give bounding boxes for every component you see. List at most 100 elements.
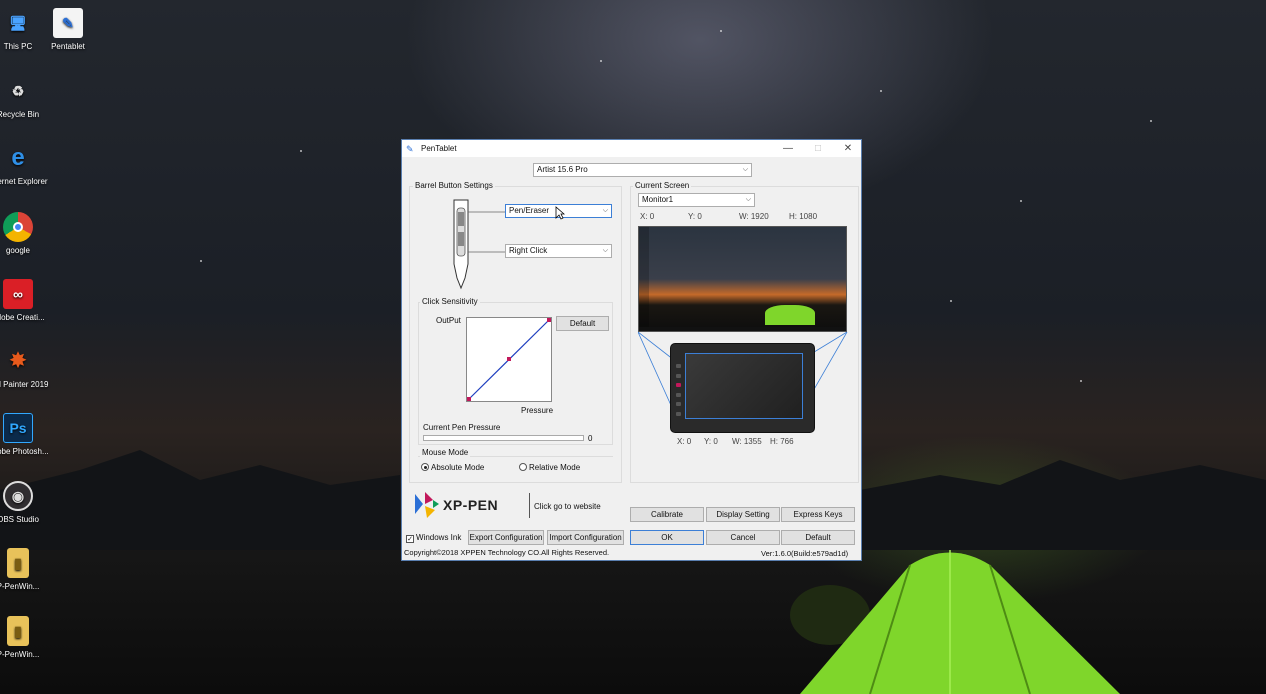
tablet-y: Y: 0 [704,437,718,446]
pressure-axis-label: Pressure [521,406,554,415]
chevron-down-icon: ⌵ [742,166,748,173]
tablet-active-area[interactable] [685,353,803,419]
chevron-down-icon: ⌵ [602,207,608,214]
computer-icon: 🖥 [9,15,27,31]
pen-illustration [453,199,506,290]
preview-tent [765,305,815,325]
barrel-button-1-value: Pen/Eraser [509,206,550,215]
barrel-button-2-select[interactable]: Right Click ⌵ [505,244,612,258]
tablet-x: X: 0 [677,437,692,446]
pen-pressure-bar [423,435,584,441]
current-pen-pressure-label: Current Pen Pressure [423,423,501,432]
display-setting-button[interactable]: Display Setting [706,507,780,522]
desktop-icon-label: P-PenWin... [0,582,40,591]
barrel-button-label: Barrel Button Settings [413,181,495,190]
radio-unchecked-icon [519,463,527,471]
desktop-icon-label: Internet Explorer [0,177,48,186]
monitor-select[interactable]: Monitor1 ⌵ [638,193,755,207]
title-bar: ✎ PenTablet — □ ✕ [402,140,861,157]
desktop-icon-label: P-PenWin... [0,650,40,659]
windows-ink-checkbox[interactable]: ✓ Windows Ink [406,533,461,543]
internet-explorer-icon: e [11,144,25,171]
mouse-mode-label: Mouse Mode [420,448,471,457]
desktop-icon-adobe-creative-cloud[interactable]: ∞ Adobe Creati... [0,279,53,323]
minimize-button[interactable]: — [773,140,803,157]
relative-mode-label: Relative Mode [529,463,581,472]
desktop-icon-label: Adobe Photosh... [0,447,49,456]
barrel-button-2-value: Right Click [509,246,548,255]
desktop-icon-obs-studio[interactable]: ◉ OBS Studio [0,481,53,525]
device-select[interactable]: Artist 15.6 Pro ⌵ [533,163,752,177]
adobe-cc-icon: ∞ [3,279,33,309]
calibrate-button[interactable]: Calibrate [630,507,704,522]
logo-divider [529,493,530,518]
click-sensitivity-label: Click Sensitivity [420,297,480,306]
screen-x: X: 0 [640,212,655,221]
desktop-icon-pentablet[interactable]: ✎ Pentablet [33,8,103,52]
recycle-bin-icon: ♻ [11,83,25,99]
photoshop-icon: Ps [3,413,33,443]
sensitivity-default-button[interactable]: Default [556,316,609,331]
export-configuration-button[interactable]: Export Configuration [468,530,544,545]
chevron-down-icon: ⌵ [602,247,608,254]
screen-w: W: 1920 [739,212,769,221]
cancel-button[interactable]: Cancel [706,530,780,545]
windows-ink-label: Windows Ink [416,533,462,542]
absolute-mode-radio[interactable]: Absolute Mode [421,463,484,472]
preview-icons-strip [639,227,649,331]
desktop-icon-label: This PC [3,42,33,51]
corel-painter-icon: ✸ [9,350,27,372]
default-button[interactable]: Default [781,530,855,545]
close-button[interactable]: ✕ [833,140,863,157]
ok-button[interactable]: OK [630,530,704,545]
pentablet-window: ✎ PenTablet — □ ✕ Artist 15.6 Pro ⌵ Barr… [401,139,862,561]
xp-pen-logo-mark [415,492,439,518]
radio-checked-icon [421,463,429,471]
copyright-text: Copyright©2018 XPPEN Technology CO.All R… [404,548,610,557]
pressure-curve-graph[interactable] [466,317,552,402]
current-screen-label: Current Screen [633,181,692,190]
curve-point-start [467,397,471,401]
desktop-icon-label: Recycle Bin [0,110,40,119]
xp-pen-logo[interactable]: XP-PEN [413,490,529,520]
desktop-icon-label: OBS Studio [0,515,39,524]
output-axis-label: OutPut [436,316,461,325]
curve-point-mid [507,357,511,361]
desktop-icon-label: orel Painter 2019 [0,380,49,389]
desktop-icon-recycle-bin[interactable]: ♻ Recycle Bin [0,76,53,120]
desktop-icon-internet-explorer[interactable]: e Internet Explorer [0,143,53,187]
screen-y: Y: 0 [688,212,702,221]
desktop-icon-label: Pentablet [51,42,85,51]
chevron-down-icon: ⌵ [745,196,751,203]
xp-pen-logo-text: XP-PEN [443,497,499,513]
maximize-button[interactable]: □ [803,140,833,157]
desktop-icon-zip-2[interactable]: ▮ P-PenWin... [0,616,53,660]
screen-h: H: 1080 [789,212,818,221]
tablet-h: H: 766 [770,437,794,446]
obs-icon: ◉ [3,481,33,511]
relative-mode-radio[interactable]: Relative Mode [519,463,580,472]
express-keys-button[interactable]: Express Keys [781,507,855,522]
desktop-icon-photoshop[interactable]: Ps Adobe Photosh... [0,413,53,457]
import-configuration-button[interactable]: Import Configuration [547,530,624,545]
desktop-icon-google[interactable]: google [0,212,53,256]
device-select-value: Artist 15.6 Pro [537,165,588,174]
tablet-preview [670,343,815,433]
checkmark-icon: ✓ [406,535,414,543]
absolute-mode-label: Absolute Mode [431,463,485,472]
pentablet-icon: ✎ [53,8,83,38]
tablet-express-keys [676,364,681,416]
chrome-icon [3,212,33,242]
desktop-icon-label: google [5,246,31,255]
monitor-preview [638,226,847,332]
window-title: PenTablet [421,144,457,153]
desktop-icon-corel-painter[interactable]: ✸ orel Painter 2019 [0,346,53,390]
curve-point-end [547,318,551,322]
monitor-select-value: Monitor1 [642,195,674,204]
website-link[interactable]: Click go to website [534,502,601,511]
desktop-icon-zip-1[interactable]: ▮ P-PenWin... [0,548,53,592]
pen-pressure-value: 0 [588,434,593,443]
preview-taskbar [639,327,846,331]
desktop-icon-label: Adobe Creati... [0,313,45,322]
version-text: Ver:1.6.0(Build:e579ad1d) [761,549,849,558]
